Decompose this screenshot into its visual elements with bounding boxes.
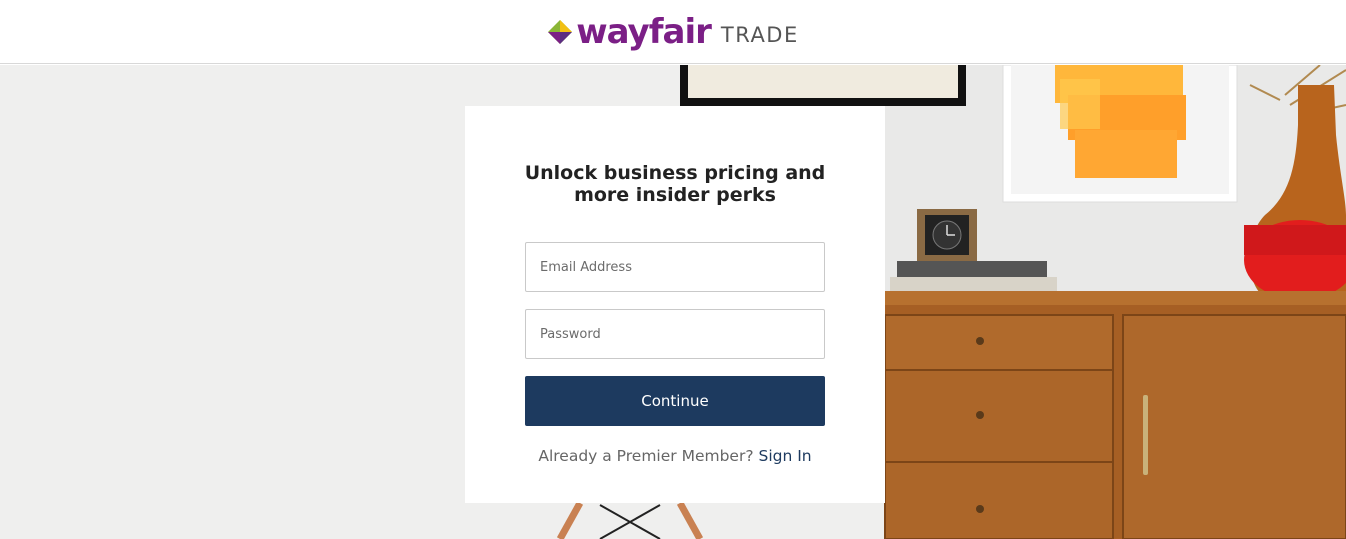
page-title: Unlock business pricing and more insider…	[465, 162, 885, 206]
password-field[interactable]	[525, 309, 825, 359]
wayfair-trade-logo[interactable]: wayfair TRADE	[547, 12, 799, 52]
member-prompt-text: Already a Premier Member?	[538, 447, 754, 465]
signin-prompt: Already a Premier Member? Sign In	[465, 447, 885, 465]
wayfair-pinwheel-icon	[547, 19, 573, 45]
headline-line-1: Unlock business pricing and	[524, 162, 826, 184]
logo-wordmark: wayfair	[576, 11, 712, 52]
continue-button[interactable]: Continue	[525, 376, 825, 426]
framed-orange-art	[1002, 65, 1238, 203]
headline-line-2: more insider perks	[574, 184, 776, 206]
logo-trade-label: TRADE	[720, 22, 799, 47]
wooden-sideboard	[884, 291, 1346, 539]
framed-picture-top	[680, 65, 966, 106]
email-field[interactable]	[525, 242, 825, 292]
trade-signup-card: Unlock business pricing and more insider…	[465, 106, 885, 503]
sign-in-link[interactable]: Sign In	[759, 447, 812, 465]
desk-clock	[917, 209, 977, 264]
site-header: wayfair TRADE	[0, 0, 1346, 64]
